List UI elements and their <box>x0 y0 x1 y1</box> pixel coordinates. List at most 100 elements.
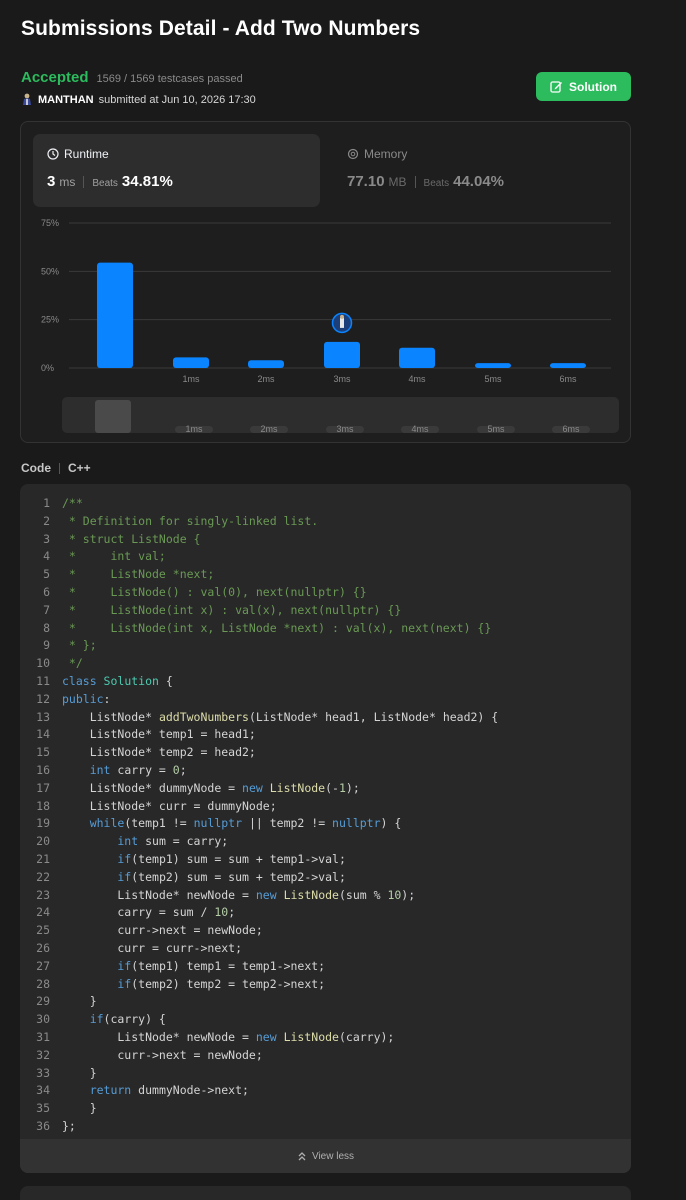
code-token: return <box>62 1083 132 1098</box>
submitted-time: submitted at Jun 10, 2026 17:30 <box>98 93 256 106</box>
code-line: 8 * ListNode(int x, ListNode *next) : va… <box>20 620 498 638</box>
code-text: ListNode* curr = dummyNode; <box>62 798 277 816</box>
line-number: 12 <box>36 691 50 706</box>
code-token: }; <box>62 1118 76 1133</box>
code-text: */ <box>62 655 83 673</box>
chart-bar <box>399 347 435 368</box>
code-token: (temp2) temp2 = temp2->next; <box>131 976 326 991</box>
line-number: 1 <box>43 496 50 510</box>
code-token: ListNode* newNode = <box>62 1029 256 1044</box>
code-text: curr = curr->next; <box>62 940 242 958</box>
page-title: Submissions Detail - Add Two Numbers <box>21 17 421 40</box>
code-token: (temp1 != <box>124 816 194 831</box>
x-tick-label: 6ms <box>559 374 577 384</box>
code-text: curr->next = newNode; <box>62 922 262 940</box>
line-number: 17 <box>36 780 50 795</box>
code-line: 23 ListNode* newNode = new ListNode(sum … <box>20 887 498 905</box>
code-text: * ListNode() : val(0), next(nullptr) {} <box>62 584 367 602</box>
username-link[interactable]: MANTHAN <box>38 94 94 106</box>
code-text: ListNode* temp1 = head1; <box>62 726 256 744</box>
code-text: while(temp1 != nullptr || temp2 != nullp… <box>62 815 402 833</box>
line-number: 6 <box>43 584 50 599</box>
code-line: 2 * Definition for singly-linked list. <box>20 513 498 531</box>
x-tick-label: 3ms <box>333 374 351 384</box>
next-section-card <box>20 1186 631 1200</box>
line-number: 28 <box>36 976 50 991</box>
code-token: || temp2 != <box>242 816 333 831</box>
code-text: if(temp2) temp2 = temp2->next; <box>62 976 325 994</box>
code-token: ListNode* newNode = <box>62 887 256 902</box>
code-token: * Definition for singly-linked list. <box>62 513 319 528</box>
x-tick-label: 5ms <box>484 374 502 384</box>
code-line: 12 public: <box>20 691 498 709</box>
code-text: if(temp1) temp1 = temp1->next; <box>62 958 325 976</box>
line-number: 30 <box>36 1012 50 1027</box>
code-token: if <box>62 1012 104 1027</box>
code-line: 32 curr->next = newNode; <box>20 1047 498 1065</box>
chart-bar <box>550 363 586 368</box>
code-line: 33 } <box>20 1065 498 1083</box>
line-number: 35 <box>36 1101 50 1116</box>
code-line: 30 if(carry) { <box>20 1011 498 1029</box>
code-token: * ListNode() : val(0), next(nullptr) {} <box>62 584 367 599</box>
chevrons-up-icon <box>298 1152 306 1161</box>
x-tick-label: 2ms <box>257 374 275 384</box>
code-token: new <box>255 1029 284 1044</box>
code-text: } <box>62 993 97 1011</box>
code-text: * ListNode(int x) : val(x), next(nullptr… <box>62 602 401 620</box>
line-number: 13 <box>36 709 50 724</box>
code-token: ) { <box>380 816 402 831</box>
code-text: curr->next = newNode; <box>62 1047 262 1065</box>
code-token: (temp2) sum = sum + temp2->val; <box>131 869 346 884</box>
line-number: 31 <box>36 1029 50 1044</box>
y-tick-label: 75% <box>41 218 59 228</box>
line-number: 18 <box>36 798 50 813</box>
code-token: 10 <box>214 905 229 920</box>
code-token: dummyNode->next; <box>131 1083 249 1098</box>
line-number: 4 <box>43 549 50 564</box>
edit-icon <box>550 81 562 93</box>
code-token: : <box>103 691 111 706</box>
code-text: } <box>62 1100 97 1118</box>
code-line: 27 if(temp1) temp1 = temp1->next; <box>20 958 498 976</box>
code-block[interactable]: 1 /** 2 * Definition for singly-linked lis… <box>20 484 631 1173</box>
line-number: 19 <box>36 816 50 831</box>
code-token: int <box>62 762 111 777</box>
code-token: (carry) { <box>103 1012 166 1027</box>
line-number: 21 <box>36 851 50 866</box>
navigator-tick-label: 1ms <box>185 424 203 434</box>
code-token: (temp1) sum = sum + temp1->val; <box>131 851 346 866</box>
runtime-distribution-chart[interactable]: 75% 50% 25% 0% 1ms 2ms 3ms 4ms 5ms 6ms 1ms 2ms 3ms 4m… <box>21 122 632 444</box>
solution-button[interactable]: Solution <box>536 72 631 101</box>
code-line: 21 if(temp1) sum = sum + temp1->val; <box>20 851 498 869</box>
code-text: int carry = 0; <box>62 762 187 780</box>
performance-panel: Runtime 3 ms Beats 34.81% Memory 77.10 M… <box>20 121 631 443</box>
chart-bar <box>248 360 284 368</box>
code-text: * }; <box>62 637 97 655</box>
code-token: while <box>62 816 125 831</box>
code-line: 17 ListNode* dummyNode = new ListNode(-1… <box>20 780 498 798</box>
avatar[interactable] <box>21 93 33 106</box>
code-token: ); <box>345 780 360 795</box>
code-token: ListNode* temp2 = head2; <box>62 745 256 760</box>
line-number: 20 <box>36 834 50 849</box>
code-token: } <box>62 994 97 1009</box>
code-token: if <box>62 851 132 866</box>
avatar-head <box>340 314 344 319</box>
code-token: } <box>62 1065 97 1080</box>
code-text: public: <box>62 691 110 709</box>
code-text: class Solution { <box>62 673 173 691</box>
view-less-button[interactable]: View less <box>20 1139 631 1173</box>
line-number: 10 <box>36 656 50 671</box>
code-token: if <box>62 976 132 991</box>
code-line: 13 ListNode* addTwoNumbers(ListNode* hea… <box>20 709 498 727</box>
x-tick-label: 1ms <box>182 374 200 384</box>
code-line: 35 } <box>20 1100 498 1118</box>
code-line: 1 /** <box>20 495 498 513</box>
line-number: 15 <box>36 745 50 760</box>
line-number: 16 <box>36 762 50 777</box>
code-token: carry = sum / <box>62 905 215 920</box>
code-token: ListNode <box>283 887 339 902</box>
code-text: ListNode* temp2 = head2; <box>62 744 256 762</box>
view-less-label: View less <box>311 1150 355 1162</box>
